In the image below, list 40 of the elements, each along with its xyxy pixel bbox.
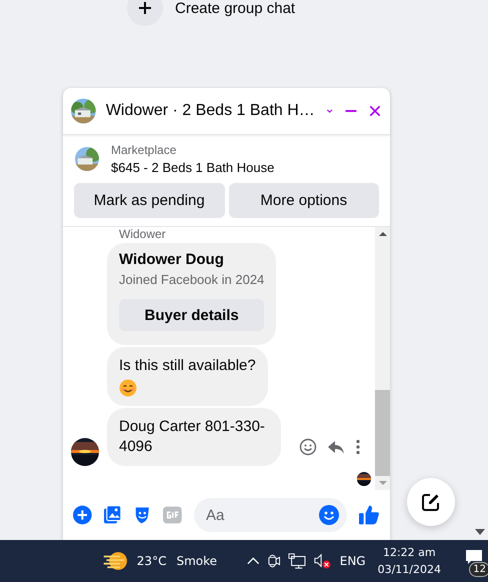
clock-time[interactable]: 12:22 am xyxy=(382,546,436,559)
profile-subtitle: Joined Facebook in 2024 xyxy=(119,272,264,287)
reply-icon[interactable] xyxy=(327,438,345,456)
create-group-label: Create group chat xyxy=(175,0,296,16)
notification-icon[interactable] xyxy=(465,549,483,565)
clock-date[interactable]: 03/11/2024 xyxy=(378,563,441,576)
plus-icon xyxy=(138,1,152,15)
action-button[interactable]: More options xyxy=(228,183,379,218)
language-indicator[interactable]: ENG xyxy=(340,554,366,568)
edit-icon xyxy=(421,492,441,512)
more-icon[interactable] xyxy=(355,438,361,456)
message-bubble: Is this still available? xyxy=(107,347,268,406)
temperature[interactable]: 23°C xyxy=(136,554,166,568)
buyer-details-button[interactable]: Buyer details xyxy=(119,299,264,331)
scroll-up-icon[interactable] xyxy=(378,231,386,237)
smiley-icon[interactable] xyxy=(299,438,317,456)
message-bubble: Doug Carter 801-330-4096 xyxy=(107,408,281,466)
emoji-icon[interactable] xyxy=(319,505,340,525)
scroll-down-icon[interactable] xyxy=(475,529,485,535)
scrollbar[interactable] xyxy=(375,227,390,490)
camera-icon[interactable] xyxy=(268,552,280,570)
sender-name: Widower xyxy=(119,227,167,241)
new-message-button[interactable] xyxy=(407,478,455,526)
plus-icon[interactable] xyxy=(73,505,92,525)
chevron-up-icon[interactable] xyxy=(247,556,260,566)
chat-title: Widower · 2 Beds 1 Bath H… xyxy=(106,102,315,120)
notification-count: 12 xyxy=(469,562,488,577)
listing-title: $645 - 2 Beds 1 Bath House xyxy=(111,160,274,175)
message-input[interactable]: Aa xyxy=(194,498,348,532)
listing-source: Marketplace xyxy=(111,143,178,157)
action-button[interactable]: Mark as pending xyxy=(74,183,224,218)
scrollbar-thumb[interactable] xyxy=(375,390,390,476)
profile-name: Widower Doug xyxy=(119,251,225,268)
thumbs-up-icon[interactable] xyxy=(359,504,380,526)
weather-condition[interactable]: Smoke xyxy=(176,554,218,568)
weather-icon[interactable] xyxy=(102,550,129,572)
network-icon[interactable] xyxy=(288,552,306,570)
create-group-button[interactable] xyxy=(127,0,163,26)
photo-icon[interactable] xyxy=(104,505,121,525)
muted-speaker-icon[interactable] xyxy=(314,552,332,570)
